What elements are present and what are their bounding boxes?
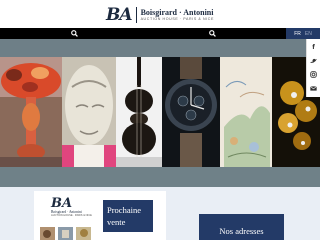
- hero-image-watch[interactable]: [162, 57, 220, 167]
- language-switcher: FR EN: [286, 28, 320, 39]
- next-sale-label-line1: Prochaine: [107, 205, 141, 215]
- card-thumbnail: [76, 227, 91, 240]
- search-icon[interactable]: [209, 30, 216, 37]
- social-sidebar: f: [306, 39, 320, 97]
- twitter-icon[interactable]: [310, 57, 318, 65]
- logo-mark: BA: [106, 4, 133, 25]
- site-logo[interactable]: BA Boisgirard · Antonini AUCTION HOUSE ·…: [106, 5, 214, 25]
- divider-strip: [0, 167, 320, 187]
- hero-banner: [0, 39, 320, 167]
- card-logo-mark: BA: [51, 196, 73, 211]
- language-fr[interactable]: FR: [294, 31, 301, 37]
- hero-image-violin[interactable]: [116, 57, 162, 167]
- hero-image-lamp[interactable]: [0, 57, 62, 167]
- instagram-icon[interactable]: [310, 71, 318, 79]
- logo-text: Boisgirard · Antonini AUCTION HOUSE · PA…: [141, 8, 214, 22]
- mail-icon[interactable]: [310, 84, 318, 92]
- card-logo: BA Boisgirard · Antonini AUCTION HOUSE ·…: [51, 196, 92, 217]
- logo-divider: [135, 7, 137, 23]
- next-sale-button[interactable]: Prochaine vente: [103, 200, 153, 232]
- logo-tagline: AUCTION HOUSE · PARIS & NICE: [140, 17, 215, 21]
- logo-name: Boisgirard · Antonini: [140, 8, 214, 17]
- next-sale-label-line2: vente: [107, 217, 126, 227]
- site-header: BA Boisgirard · Antonini AUCTION HOUSE ·…: [0, 0, 320, 28]
- card-thumbnail: [40, 227, 55, 240]
- top-navbar: FR EN: [0, 28, 320, 39]
- search-icon[interactable]: [71, 30, 78, 37]
- addresses-label: Nos adresses: [219, 226, 264, 236]
- addresses-button[interactable]: Nos adresses: [199, 214, 284, 240]
- card-logo-tagline: AUCTION HOUSE · PARIS & NICE: [51, 214, 92, 217]
- hero-image-painting[interactable]: [220, 57, 272, 167]
- card-thumbnail: [58, 227, 73, 240]
- card-thumbnails: [40, 227, 91, 240]
- language-en[interactable]: EN: [305, 31, 312, 37]
- hero-image-sculpture[interactable]: [62, 57, 116, 167]
- facebook-icon[interactable]: f: [310, 44, 318, 52]
